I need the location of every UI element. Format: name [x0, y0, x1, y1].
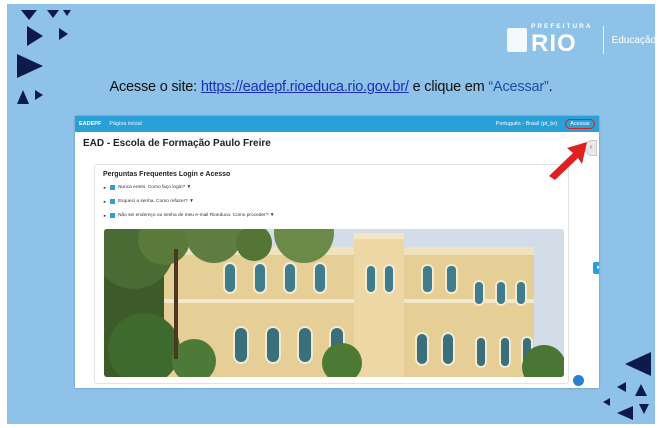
faq-item[interactable]: ► Nunca entrei. Como faço login? ▼	[103, 185, 191, 190]
decor-triangle-8	[63, 10, 71, 16]
nav-language[interactable]: Português - Brasil (pt_br)	[496, 121, 557, 127]
decor-triangle-13	[617, 406, 633, 420]
decor-triangle-10	[617, 382, 626, 392]
decor-triangle-9	[625, 352, 651, 376]
side-panel-icon[interactable]: ▸	[593, 262, 599, 274]
instruction-middle: e clique em	[408, 79, 489, 95]
page-title: EAD - Escola de Formação Paulo Freire	[83, 138, 271, 149]
decor-triangle-3	[27, 26, 43, 46]
prefeitura-rio-logo: PREFEITURA RIO Educação	[507, 22, 655, 58]
instruction-text: Acesse o site: https://eadepf.rioeduca.r…	[7, 79, 655, 95]
instruction-suffix: .	[548, 79, 553, 95]
decor-triangle-14	[639, 404, 649, 414]
decor-triangle-1	[21, 10, 37, 20]
faq-title: Perguntas Frequentes Login e Acesso	[103, 171, 231, 178]
site-url-link[interactable]: https://eadepf.rioeduca.rio.gov.br/	[201, 79, 409, 95]
decor-triangle-4	[59, 28, 68, 40]
caret-right-icon: ►	[103, 185, 107, 190]
site-navbar: EADEPF Página inicial Português - Brasil…	[75, 116, 599, 132]
decor-triangle-11	[635, 384, 647, 396]
brand-rio: RIO	[531, 29, 577, 57]
city-crest-icon	[507, 28, 527, 52]
red-arrow-icon	[549, 142, 587, 180]
decor-triangle-5	[17, 54, 43, 78]
nav-brand[interactable]: EADEPF	[79, 121, 101, 127]
decor-triangle-12	[603, 398, 610, 406]
nav-home-link[interactable]: Página inicial	[109, 121, 141, 127]
brand-divider	[602, 26, 604, 54]
instruction-prefix: Acesse o site:	[109, 79, 201, 95]
acessar-button[interactable]: Acessar	[565, 119, 595, 129]
website-screenshot: EADEPF Página inicial Português - Brasil…	[75, 116, 599, 388]
decor-triangle-2	[47, 10, 59, 18]
slide-background: PREFEITURA RIO Educação Acesse o site: h…	[7, 4, 655, 424]
faq-item[interactable]: ► Não sei endereço ou senha de meu e-mai…	[103, 213, 274, 218]
caret-right-icon: ►	[103, 199, 107, 204]
caret-right-icon: ►	[103, 213, 107, 218]
building-illustration	[104, 229, 564, 377]
info-icon	[109, 213, 115, 218]
school-building-photo	[104, 229, 564, 377]
faq-card: Perguntas Frequentes Login e Acesso ► Nu…	[94, 164, 569, 384]
help-circle-icon[interactable]	[572, 374, 585, 387]
faq-item[interactable]: ► Esqueci a senha. Como refazer? ▼	[103, 199, 194, 204]
brand-educacao: Educação	[611, 34, 655, 46]
info-icon	[109, 185, 115, 190]
info-icon	[109, 199, 115, 204]
instruction-quote: “Acessar”	[488, 79, 549, 95]
